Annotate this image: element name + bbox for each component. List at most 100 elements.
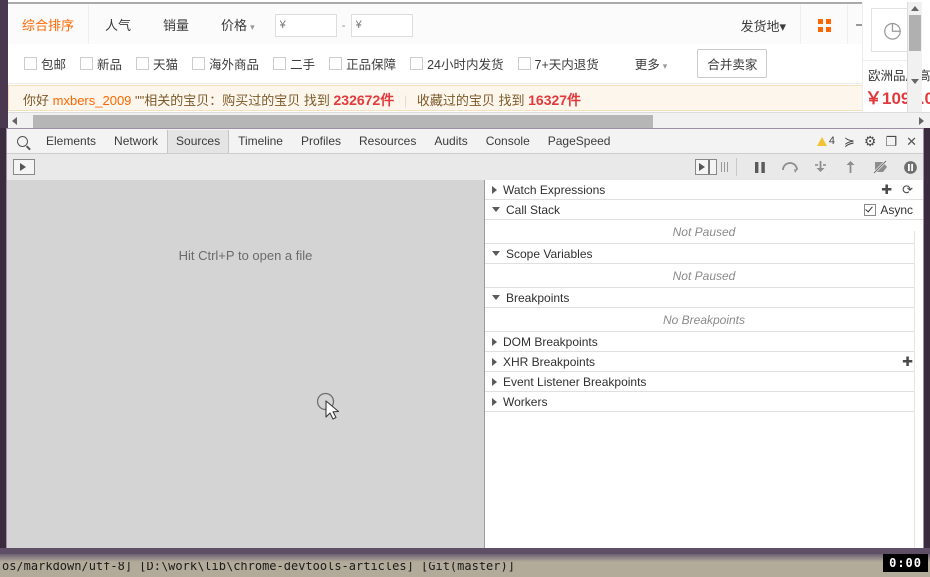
devtools-tab-bar: Elements Network Sources Timeline Profil… xyxy=(7,129,923,154)
plus-icon[interactable]: ✚ xyxy=(881,182,892,198)
filter-checkbox-return7d[interactable]: 7+天内退货 xyxy=(518,54,599,73)
sources-toolbar xyxy=(7,154,923,181)
chevron-down-icon xyxy=(492,207,500,212)
async-stack-checkbox[interactable]: Async xyxy=(864,203,913,217)
more-filters-dropdown[interactable]: 更多▾ xyxy=(635,54,668,73)
filter-checkbox-xinpin[interactable]: 新品 xyxy=(80,54,122,73)
call-stack-empty-message: Not Paused xyxy=(485,220,923,244)
console-drawer-icon[interactable]: ≽ xyxy=(844,135,855,148)
page-vertical-scrollbar[interactable] xyxy=(907,2,922,112)
section-xhr-breakpoints[interactable]: XHR Breakpoints ✚ xyxy=(485,352,923,372)
section-workers[interactable]: Workers xyxy=(485,392,923,412)
filter-checkbox-baoyou[interactable]: 包邮 xyxy=(24,54,66,73)
horizontal-scrollbar-track[interactable] xyxy=(21,115,913,128)
close-icon[interactable]: ✕ xyxy=(906,135,917,148)
sort-tab-label: 销量 xyxy=(163,18,189,33)
scroll-down-arrow-icon[interactable] xyxy=(911,79,919,84)
filter-checkbox-ship24h[interactable]: 24小时内发货 xyxy=(410,54,503,73)
checkbox-icon xyxy=(273,57,286,70)
pause-script-icon[interactable] xyxy=(747,157,773,177)
show-debugger-sidebar-icon[interactable] xyxy=(695,159,717,175)
editor-status-bar: os/markdown/utf-8] [D:\work\lib\chrome-d… xyxy=(0,554,930,577)
scroll-up-arrow-icon[interactable] xyxy=(911,6,919,11)
tab-resources[interactable]: Resources xyxy=(350,130,425,153)
banner-count-purchased: 232672件 xyxy=(334,92,395,108)
checkbox-icon xyxy=(136,57,149,70)
sort-tab-popularity[interactable]: 人气 xyxy=(89,5,147,46)
section-breakpoints[interactable]: Breakpoints xyxy=(485,288,923,308)
filter-label: 海外商品 xyxy=(209,54,259,73)
vertical-scrollbar-thumb[interactable] xyxy=(909,15,921,51)
chevron-right-icon xyxy=(492,398,497,406)
tab-console[interactable]: Console xyxy=(477,130,539,153)
chevron-right-icon xyxy=(492,338,497,346)
banner-divider: | xyxy=(404,93,407,108)
scroll-right-arrow-icon[interactable] xyxy=(919,117,924,125)
section-dom-breakpoints[interactable]: DOM Breakpoints xyxy=(485,332,923,352)
page-horizontal-scrollbar[interactable] xyxy=(8,112,930,128)
filter-checkbox-overseas[interactable]: 海外商品 xyxy=(192,54,259,73)
tab-timeline[interactable]: Timeline xyxy=(229,130,292,153)
mouse-cursor-icon xyxy=(317,392,343,422)
merge-seller-button[interactable]: 合并卖家 xyxy=(697,49,767,78)
devtools-window: Elements Network Sources Timeline Profil… xyxy=(6,128,924,554)
section-call-stack[interactable]: Call Stack Async xyxy=(485,200,923,220)
devtools-right-strip xyxy=(914,231,923,553)
banner-greeting: 你好 xyxy=(23,93,49,108)
warning-triangle-icon xyxy=(817,137,827,146)
filter-label: 24小时内发货 xyxy=(427,54,503,73)
deactivate-breakpoints-icon[interactable] xyxy=(867,157,893,177)
sort-tab-comprehensive[interactable]: 综合排序 xyxy=(8,5,89,46)
sort-tab-label: 价格 xyxy=(221,18,247,33)
sort-bar: 综合排序 人气 销量 价格▾ - 发货地▾ xyxy=(8,2,870,47)
filter-checkbox-secondhand[interactable]: 二手 xyxy=(273,54,315,73)
tab-network[interactable]: Network xyxy=(105,130,167,153)
grid-view-toggle[interactable] xyxy=(800,5,848,46)
section-actions: ✚ ⟳ xyxy=(881,182,923,198)
browser-page-area: 综合排序 人气 销量 价格▾ - 发货地▾ xyxy=(0,0,930,128)
filter-checkbox-genuine[interactable]: 正品保障 xyxy=(329,54,396,73)
chevron-down-icon: ▾ xyxy=(779,19,786,34)
banner-username[interactable]: mxbers_2009 xyxy=(53,93,132,108)
price-max-input[interactable] xyxy=(351,14,413,37)
ship-from-dropdown[interactable]: 发货地▾ xyxy=(726,16,800,35)
source-editor-pane[interactable]: Hit Ctrl+P to open a file xyxy=(7,180,485,553)
chevron-down-icon xyxy=(492,295,500,300)
filter-label: 正品保障 xyxy=(346,54,396,73)
section-event-listener-breakpoints[interactable]: Event Listener Breakpoints xyxy=(485,372,923,392)
resize-grip-icon[interactable] xyxy=(721,162,728,172)
sort-bar-right-group: 发货地▾ xyxy=(726,5,870,46)
plus-icon[interactable]: ✚ xyxy=(902,354,913,370)
refresh-icon[interactable]: ⟳ xyxy=(902,182,913,198)
price-min-input[interactable] xyxy=(275,14,337,37)
section-title: Workers xyxy=(503,395,547,409)
pause-on-exceptions-icon[interactable] xyxy=(897,157,923,177)
tab-profiles[interactable]: Profiles xyxy=(292,130,350,153)
checkbox-icon xyxy=(329,57,342,70)
search-icon[interactable] xyxy=(7,136,37,147)
show-navigator-icon[interactable] xyxy=(13,159,35,175)
tab-audits[interactable]: Audits xyxy=(425,130,476,153)
price-range-filter: - xyxy=(275,14,413,37)
tab-pagespeed[interactable]: PageSpeed xyxy=(539,130,620,153)
tab-sources[interactable]: Sources xyxy=(167,130,229,153)
sort-tab-label: 人气 xyxy=(105,18,131,33)
horizontal-scrollbar-thumb[interactable] xyxy=(33,115,653,128)
devtools-toolbar-right: 4 ≽ ⚙ ❐ ✕ xyxy=(817,135,923,148)
gear-icon[interactable]: ⚙ xyxy=(864,135,877,148)
step-over-icon[interactable] xyxy=(777,157,803,177)
section-scope-variables[interactable]: Scope Variables xyxy=(485,244,923,264)
dock-side-icon[interactable]: ❐ xyxy=(885,135,897,148)
section-watch-expressions[interactable]: Watch Expressions ✚ ⟳ xyxy=(485,180,923,200)
banner-text-mid: ""相关的宝贝：购买过的宝贝 找到 xyxy=(135,93,330,108)
step-out-icon[interactable] xyxy=(837,157,863,177)
section-title: Event Listener Breakpoints xyxy=(503,375,646,389)
sort-tab-sales[interactable]: 销量 xyxy=(147,5,205,46)
more-filters-label: 更多 xyxy=(635,58,660,72)
tab-elements[interactable]: Elements xyxy=(37,130,105,153)
step-into-icon[interactable] xyxy=(807,157,833,177)
scroll-left-arrow-icon[interactable] xyxy=(12,117,17,125)
sort-tab-price[interactable]: 价格▾ xyxy=(205,5,271,46)
warning-count-badge[interactable]: 4 xyxy=(817,135,835,147)
filter-checkbox-tmall[interactable]: 天猫 xyxy=(136,54,178,73)
